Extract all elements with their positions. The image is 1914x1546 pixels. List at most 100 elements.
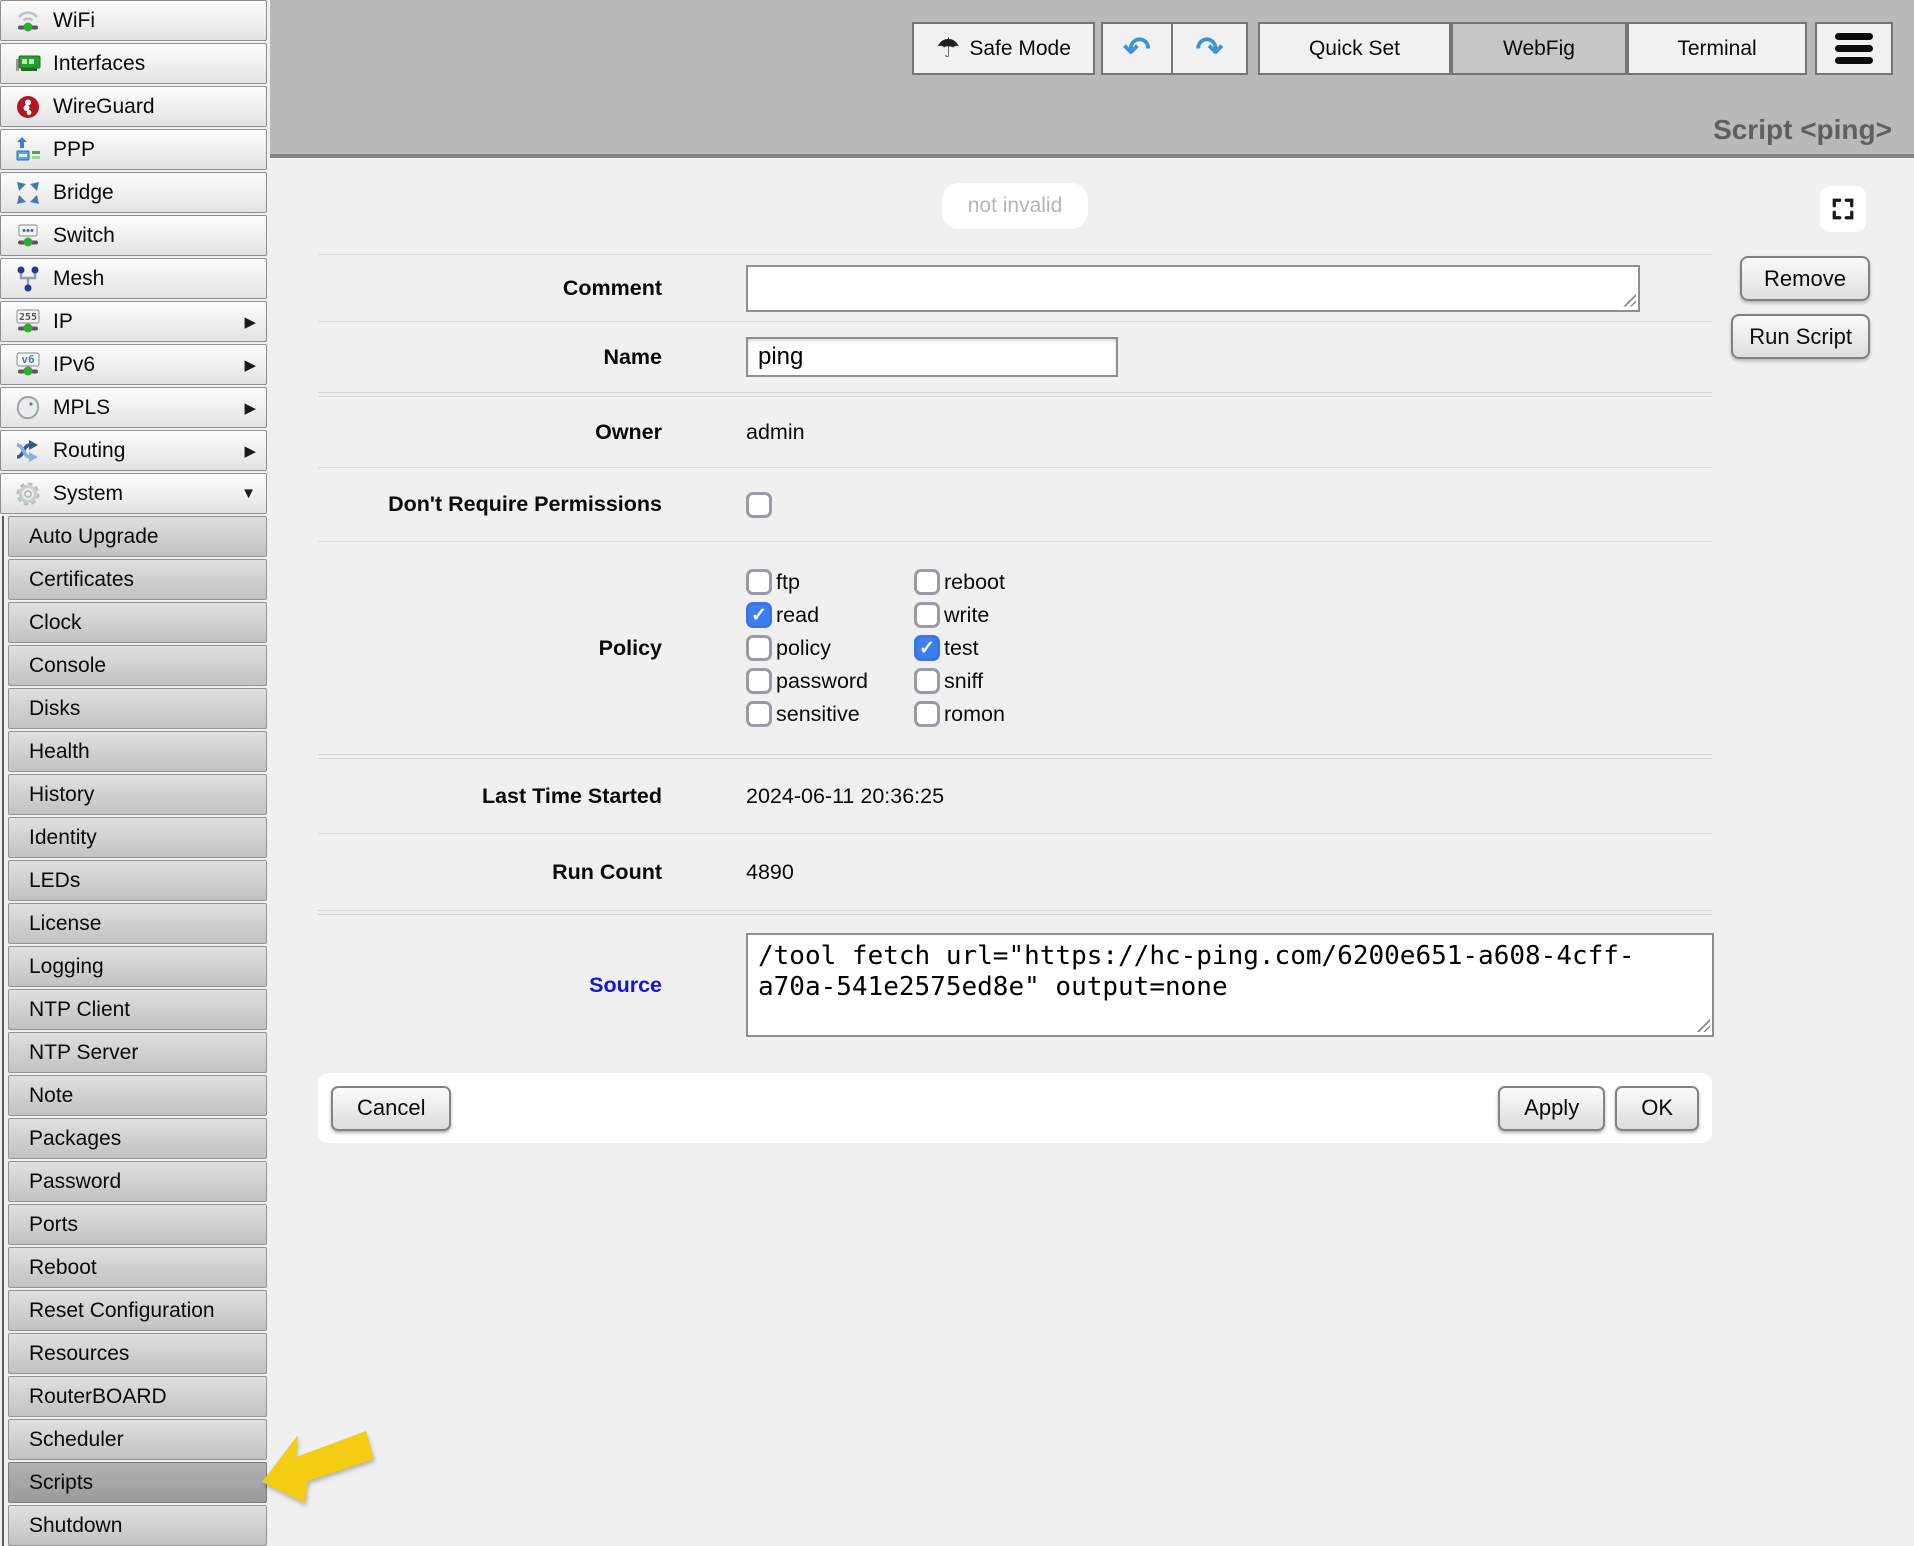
sidebar-item-label: NTP Client — [29, 998, 130, 1022]
sidebar-item-routing[interactable]: Routing ▶ — [0, 430, 267, 471]
apply-label: Apply — [1524, 1095, 1579, 1121]
comment-field[interactable] — [746, 265, 1640, 312]
policy-reboot-checkbox[interactable]: ✓ — [914, 569, 940, 595]
sidebar-item-reset-configuration[interactable]: Reset Configuration — [8, 1290, 267, 1331]
policy-item: ✓ read — [746, 602, 914, 628]
sidebar-item-ipv6[interactable]: v6 IPv6 ▶ — [0, 344, 267, 385]
sidebar-item-disks[interactable]: Disks — [8, 688, 267, 729]
sidebar-item-interfaces[interactable]: Interfaces — [0, 43, 267, 84]
hamburger-menu-button[interactable] — [1815, 22, 1893, 75]
sidebar-item-label: IP — [53, 310, 73, 334]
undo-button[interactable]: ↶ — [1101, 22, 1173, 75]
sidebar-item-console[interactable]: Console — [8, 645, 267, 686]
sidebar-item-label: Resources — [29, 1342, 129, 1366]
sidebar-item-reboot[interactable]: Reboot — [8, 1247, 267, 1288]
policy-romon-checkbox[interactable]: ✓ — [914, 701, 940, 727]
sidebar-item-label: Mesh — [53, 267, 104, 291]
svg-text:v6: v6 — [21, 353, 35, 366]
sidebar: WiFi Interfaces WireGuard PPP Bridge — [0, 0, 270, 1524]
sidebar-item-mpls[interactable]: MPLS ▶ — [0, 387, 267, 428]
sidebar-item-ppp[interactable]: PPP — [0, 129, 267, 170]
action-button-bar: Cancel Apply OK — [318, 1073, 1712, 1143]
sidebar-item-label: System — [53, 482, 123, 506]
name-field[interactable] — [746, 337, 1118, 377]
policy-password-checkbox[interactable]: ✓ — [746, 668, 772, 694]
sidebar-item-packages[interactable]: Packages — [8, 1118, 267, 1159]
sidebar-item-label: Scripts — [29, 1471, 93, 1495]
ok-button[interactable]: OK — [1615, 1086, 1699, 1131]
policy-item: ✓ reboot — [914, 569, 1082, 595]
tab-webfig[interactable]: WebFig — [1451, 22, 1627, 75]
sidebar-item-resources[interactable]: Resources — [8, 1333, 267, 1374]
safe-mode-label: Safe Mode — [969, 37, 1071, 61]
sidebar-item-label: WireGuard — [53, 95, 155, 119]
sidebar-item-shutdown[interactable]: Shutdown — [8, 1505, 267, 1546]
dont-require-permissions-checkbox[interactable]: ✓ — [746, 492, 772, 518]
submenu-arrow-icon: ▶ — [244, 399, 256, 417]
sidebar-item-scheduler[interactable]: Scheduler — [8, 1419, 267, 1460]
sidebar-item-label: Interfaces — [53, 52, 145, 76]
sidebar-item-wireguard[interactable]: WireGuard — [0, 86, 267, 127]
sidebar-item-wifi[interactable]: WiFi — [0, 0, 267, 41]
policy-ftp-checkbox[interactable]: ✓ — [746, 569, 772, 595]
sidebar-item-certificates[interactable]: Certificates — [8, 559, 267, 600]
policy-item-label: read — [776, 603, 819, 628]
sidebar-item-label: Identity — [29, 826, 97, 850]
status-row: not invalid — [318, 158, 1712, 254]
sidebar-item-health[interactable]: Health — [8, 731, 267, 772]
sidebar-item-history[interactable]: History — [8, 774, 267, 815]
sidebar-item-password[interactable]: Password — [8, 1161, 267, 1202]
sidebar-item-ip[interactable]: 255 IP ▶ — [0, 301, 267, 342]
submenu-arrow-icon: ▶ — [244, 442, 256, 460]
sidebar-item-label: Health — [29, 740, 90, 764]
system-submenu: Auto Upgrade Certificates Clock Console … — [2, 516, 267, 1546]
sidebar-item-mesh[interactable]: Mesh — [0, 258, 267, 299]
sidebar-item-license[interactable]: License — [8, 903, 267, 944]
sidebar-item-routerboard[interactable]: RouterBOARD — [8, 1376, 267, 1417]
sidebar-item-system[interactable]: System ▼ — [0, 473, 267, 514]
run-script-button[interactable]: Run Script — [1731, 314, 1870, 359]
sidebar-item-label: Routing — [53, 439, 125, 463]
sidebar-item-note[interactable]: Note — [8, 1075, 267, 1116]
policy-sniff-checkbox[interactable]: ✓ — [914, 668, 940, 694]
policy-item-label: sniff — [944, 669, 983, 694]
remove-button[interactable]: Remove — [1740, 256, 1870, 301]
policy-item-label: policy — [776, 636, 831, 661]
source-field[interactable] — [746, 933, 1714, 1037]
policy-item-label: write — [944, 603, 989, 628]
fullscreen-button[interactable] — [1820, 186, 1866, 232]
sidebar-item-bridge[interactable]: Bridge — [0, 172, 267, 213]
script-form: not invalid Comment Name Owner admin — [318, 158, 1712, 1143]
sidebar-item-identity[interactable]: Identity — [8, 817, 267, 858]
policy-row: Policy ✓ ftp ✓ reboot ✓ read — [318, 542, 1712, 754]
policy-read-checkbox[interactable]: ✓ — [746, 602, 772, 628]
page-title: Script <ping> — [1713, 114, 1892, 146]
safe-mode-button[interactable]: ☂ Safe Mode — [912, 22, 1095, 75]
switch-icon — [11, 221, 45, 251]
ppp-icon — [11, 135, 45, 165]
sidebar-item-switch[interactable]: Switch — [0, 215, 267, 256]
mesh-icon — [11, 264, 45, 294]
last-time-started-value: 2024-06-11 20:36:25 — [746, 784, 944, 809]
sidebar-item-ntp-server[interactable]: NTP Server — [8, 1032, 267, 1073]
apply-button[interactable]: Apply — [1498, 1086, 1605, 1131]
sidebar-item-ntp-client[interactable]: NTP Client — [8, 989, 267, 1030]
sidebar-item-scripts[interactable]: Scripts — [8, 1462, 267, 1503]
quick-set-button[interactable]: Quick Set — [1258, 22, 1451, 75]
sidebar-item-auto-upgrade[interactable]: Auto Upgrade — [8, 516, 267, 557]
run-count-row: Run Count 4890 — [318, 834, 1712, 910]
sidebar-item-clock[interactable]: Clock — [8, 602, 267, 643]
policy-test-checkbox[interactable]: ✓ — [914, 635, 940, 661]
source-label[interactable]: Source — [318, 973, 662, 998]
redo-button[interactable]: ↷ — [1171, 22, 1248, 75]
tab-terminal[interactable]: Terminal — [1627, 22, 1807, 75]
sidebar-item-leds[interactable]: LEDs — [8, 860, 267, 901]
policy-policy-checkbox[interactable]: ✓ — [746, 635, 772, 661]
sidebar-item-logging[interactable]: Logging — [8, 946, 267, 987]
cancel-label: Cancel — [357, 1095, 425, 1121]
cancel-button[interactable]: Cancel — [331, 1086, 451, 1131]
sidebar-item-ports[interactable]: Ports — [8, 1204, 267, 1245]
terminal-label: Terminal — [1677, 37, 1756, 61]
policy-write-checkbox[interactable]: ✓ — [914, 602, 940, 628]
policy-sensitive-checkbox[interactable]: ✓ — [746, 701, 772, 727]
